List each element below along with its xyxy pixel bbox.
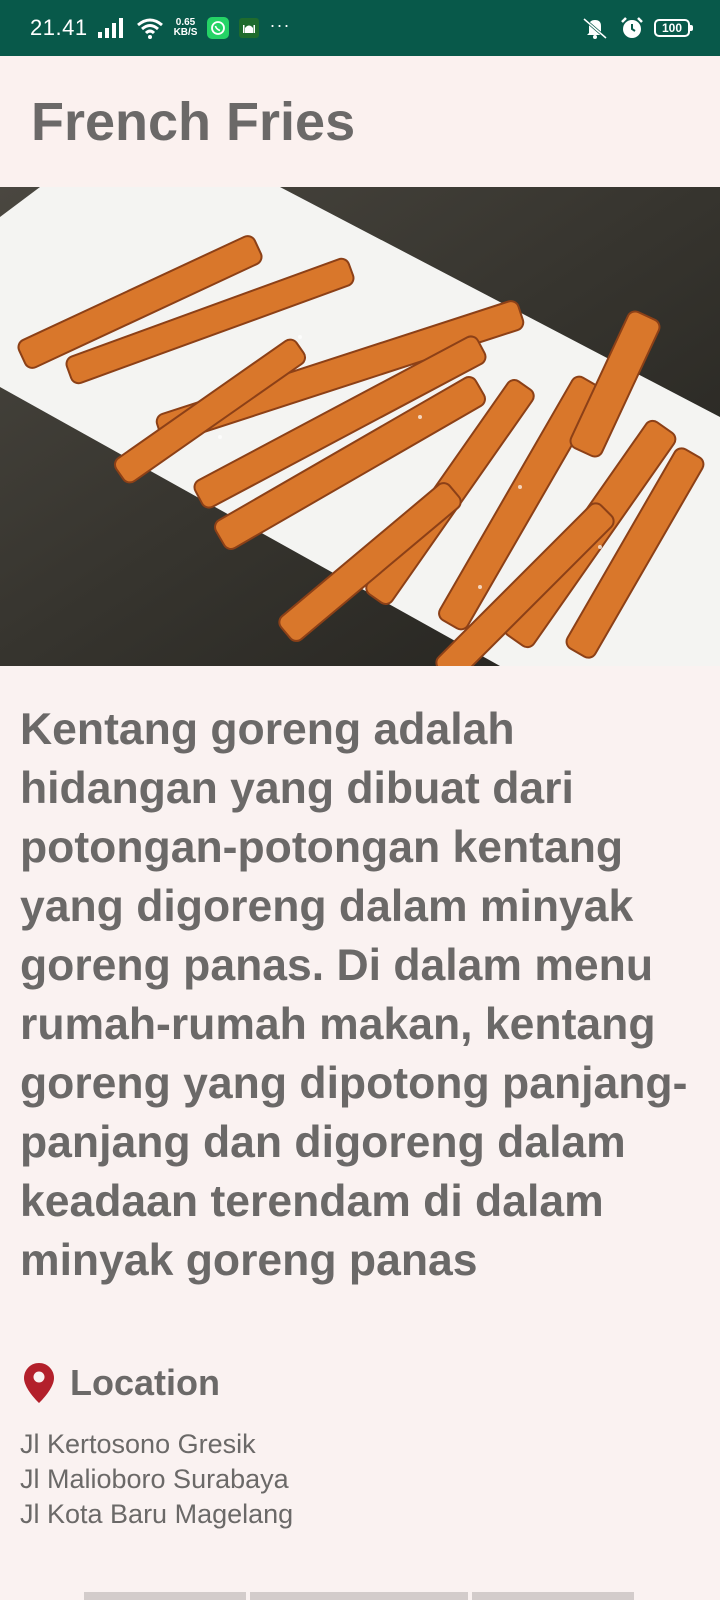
vibrate-mute-icon — [583, 17, 607, 40]
french-fries-illustration — [0, 187, 720, 666]
signal-icon — [97, 18, 123, 38]
app-bar: French Fries — [0, 56, 720, 187]
bottom-edge — [84, 1592, 634, 1600]
wifi-icon — [136, 18, 163, 39]
bottom-edge-segment — [472, 1592, 634, 1600]
network-speed-unit: KB/S — [173, 27, 198, 38]
alarm-icon — [621, 17, 643, 38]
status-bar-left: 21.41 0.65 KB/S ··· — [30, 15, 290, 41]
bottom-edge-segment — [84, 1592, 246, 1600]
location-pin-icon — [24, 1363, 54, 1403]
status-bar: 21.41 0.65 KB/S ··· 100 — [0, 0, 720, 56]
location-list: Jl Kertosono Gresik Jl Malioboro Surabay… — [20, 1427, 293, 1532]
more-notifications-icon: ··· — [269, 14, 291, 35]
mosque-app-icon — [239, 18, 260, 38]
location-header: Location — [24, 1362, 220, 1404]
status-bar-right: 100 — [580, 16, 693, 40]
whatsapp-icon — [207, 17, 230, 39]
food-description: Kentang goreng adalah hidangan yang dibu… — [20, 705, 688, 1285]
location-item: Jl Kertosono Gresik — [20, 1429, 256, 1459]
bottom-edge-segment — [250, 1592, 468, 1600]
location-item: Jl Malioboro Surabaya — [20, 1464, 289, 1494]
battery-icon: 100 — [654, 19, 693, 37]
page-title: French Fries — [31, 91, 356, 152]
network-speed: 0.65 KB/S — [174, 18, 198, 38]
status-time: 21.41 — [30, 15, 88, 40]
food-image — [0, 187, 720, 666]
location-item: Jl Kota Baru Magelang — [20, 1499, 294, 1529]
location-title: Location — [70, 1362, 220, 1403]
battery-level: 100 — [661, 21, 683, 35]
